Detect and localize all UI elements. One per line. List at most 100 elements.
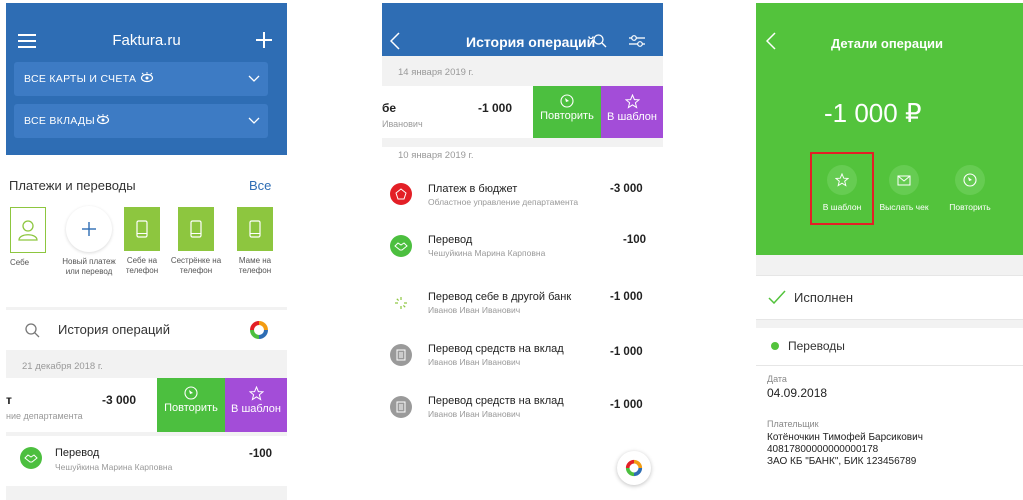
operation-row[interactable]: Перевод себе в другой банк Иванов Иван И… <box>382 278 663 328</box>
status-label: Исполнен <box>794 290 854 305</box>
eye-icon <box>96 113 110 127</box>
op-amount: -3 000 <box>102 393 137 407</box>
date-label: Дата <box>767 374 787 384</box>
history-label: История операций <box>58 322 170 337</box>
tile-label: Сестрёнке на телефон <box>170 256 222 275</box>
operation-row[interactable]: Перевод Чешуйкина Марина Карповна -100 <box>382 221 663 271</box>
tile-sister-phone[interactable]: Сестрёнке на телефон <box>169 207 223 276</box>
repeat-label: Повторить <box>164 402 218 414</box>
op-subtitle: Иванов Иван Иванович <box>428 305 521 315</box>
swiped-operation-row[interactable]: т -3 000 ние департамента Повторить В ша… <box>6 378 287 432</box>
accounts-selector[interactable]: ВСЕ КАРТЫ И СЧЕТА <box>14 62 268 96</box>
screen-operation-details: Детали операции -1 000 ₽ В шаблон Выслат… <box>756 3 1023 500</box>
payments-all-link[interactable]: Все <box>249 178 271 193</box>
op-amount: -3 000 <box>610 183 643 195</box>
op-title: Перевод средств на вклад <box>428 395 564 407</box>
accounts-label: ВСЕ КАРТЫ И СЧЕТА <box>24 73 137 85</box>
op-title: бе <box>382 101 397 115</box>
op-amount: -100 <box>249 448 273 460</box>
status-row: Исполнен <box>756 275 1023 320</box>
repeat-button[interactable]: Повторить <box>157 378 225 432</box>
payer-name: Котёночкин Тимофей Барсикович <box>767 432 923 443</box>
payer-bank: ЗАО КБ "БАНК", БИК 123456789 <box>767 456 917 467</box>
swiped-operation-row[interactable]: бе -1 000 Иванович Повторить В шаблон <box>382 86 663 138</box>
payer-account: 40817800000000000178 <box>767 444 879 455</box>
tile-new-payment[interactable]: Новый платеж или перевод <box>60 206 118 277</box>
history-row[interactable]: История операций <box>6 310 287 350</box>
payer-label: Плательщик <box>767 419 819 429</box>
tile-self-phone[interactable]: Себе на телефон <box>118 207 166 276</box>
donut-chart-icon[interactable] <box>249 320 269 340</box>
phone-icon <box>136 220 148 238</box>
send-receipt-action[interactable]: Выслать чек <box>874 165 934 212</box>
deposits-label: ВСЕ ВКЛАДЫ <box>24 115 95 127</box>
operation-row[interactable]: Перевод средств на вклад Иванов Иван Ива… <box>382 384 663 434</box>
action-label: Выслать чек <box>879 202 929 212</box>
plus-icon[interactable] <box>256 32 272 48</box>
op-amount: -1 000 <box>478 101 513 115</box>
op-amount: -1 000 <box>610 399 643 411</box>
op-subtitle: ние департамента <box>6 411 83 421</box>
op-subtitle: Областное управление департамента <box>428 197 579 207</box>
operation-row[interactable]: Платеж в бюджет Областное управление деп… <box>382 168 663 220</box>
phone-icon <box>249 220 261 238</box>
phone-icon <box>190 220 202 238</box>
operation-row[interactable]: Перевод средств на вклад Иванов Иван Ива… <box>382 330 663 380</box>
search-icon[interactable] <box>593 34 607 48</box>
op-subtitle: Иванов Иван Иванович <box>428 357 521 367</box>
screen-history: История операций 14 января 2019 г. бе -1… <box>382 3 663 500</box>
search-icon <box>25 323 40 338</box>
date-header: 14 января 2019 г. <box>398 67 474 78</box>
op-amount: -1 000 <box>610 346 643 358</box>
op-title: Перевод себе в другой банк <box>428 291 572 303</box>
header: Faktura.ru ВСЕ КАРТЫ И СЧЕТА ВСЕ ВКЛАДЫ <box>6 3 287 155</box>
template-button[interactable]: В шаблон <box>601 86 663 138</box>
tile-box <box>178 207 214 251</box>
template-label: В шаблон <box>607 111 657 123</box>
category-label: Переводы <box>788 339 845 353</box>
tile-box <box>124 207 160 251</box>
handshake-icon <box>390 235 412 257</box>
back-icon[interactable] <box>390 32 400 50</box>
tile-self[interactable]: Себе <box>10 207 50 268</box>
repeat-icon <box>533 94 601 108</box>
person-icon <box>18 219 38 241</box>
date-header: 10 января 2019 г. <box>398 150 474 161</box>
repeat-icon <box>955 165 985 195</box>
tile-mom-phone[interactable]: Маме на телефон <box>229 207 281 276</box>
plus-icon <box>82 222 96 236</box>
app-logo-icon[interactable] <box>617 451 651 485</box>
template-label: В шаблон <box>231 403 281 415</box>
filter-icon[interactable] <box>628 34 646 48</box>
new-payment-circle <box>66 206 112 252</box>
spacer <box>756 320 1023 328</box>
star-icon <box>225 386 287 401</box>
tile-label: Новый платеж или перевод <box>62 257 116 276</box>
action-label: Повторить <box>949 202 991 212</box>
repeat-action[interactable]: Повторить <box>940 165 1000 212</box>
repeat-label: Повторить <box>540 110 594 122</box>
payment-tiles: Себе Новый платеж или перевод Себе на те… <box>6 206 287 307</box>
tile-self-box <box>10 207 46 253</box>
op-title: Платеж в бюджет <box>428 183 518 195</box>
date-header: 21 декабря 2018 г. <box>22 361 103 372</box>
tile-label: Себе на телефон <box>125 256 159 275</box>
template-button[interactable]: В шаблон <box>225 378 287 432</box>
op-subtitle: Чешуйкина Марина Карповна <box>428 248 546 258</box>
document-icon <box>390 396 412 418</box>
tile-label: Маме на телефон <box>238 256 272 275</box>
tile-label: Себе <box>10 258 30 267</box>
operation-amount: -1 000 ₽ <box>824 98 922 128</box>
op-title: Перевод <box>428 234 473 246</box>
repeat-button[interactable]: Повторить <box>533 86 601 138</box>
category-dot <box>771 342 779 350</box>
page-title: История операций <box>466 34 596 50</box>
envelope-icon <box>889 165 919 195</box>
back-icon[interactable] <box>766 32 776 50</box>
operation-row[interactable]: Перевод Чешуйкина Марина Карповна -100 <box>6 436 287 486</box>
document-icon <box>390 344 412 366</box>
deposits-selector[interactable]: ВСЕ ВКЛАДЫ <box>14 104 268 138</box>
chevron-down-icon <box>248 75 260 82</box>
op-amount: -1 000 <box>610 291 643 303</box>
op-title: т <box>6 393 12 407</box>
